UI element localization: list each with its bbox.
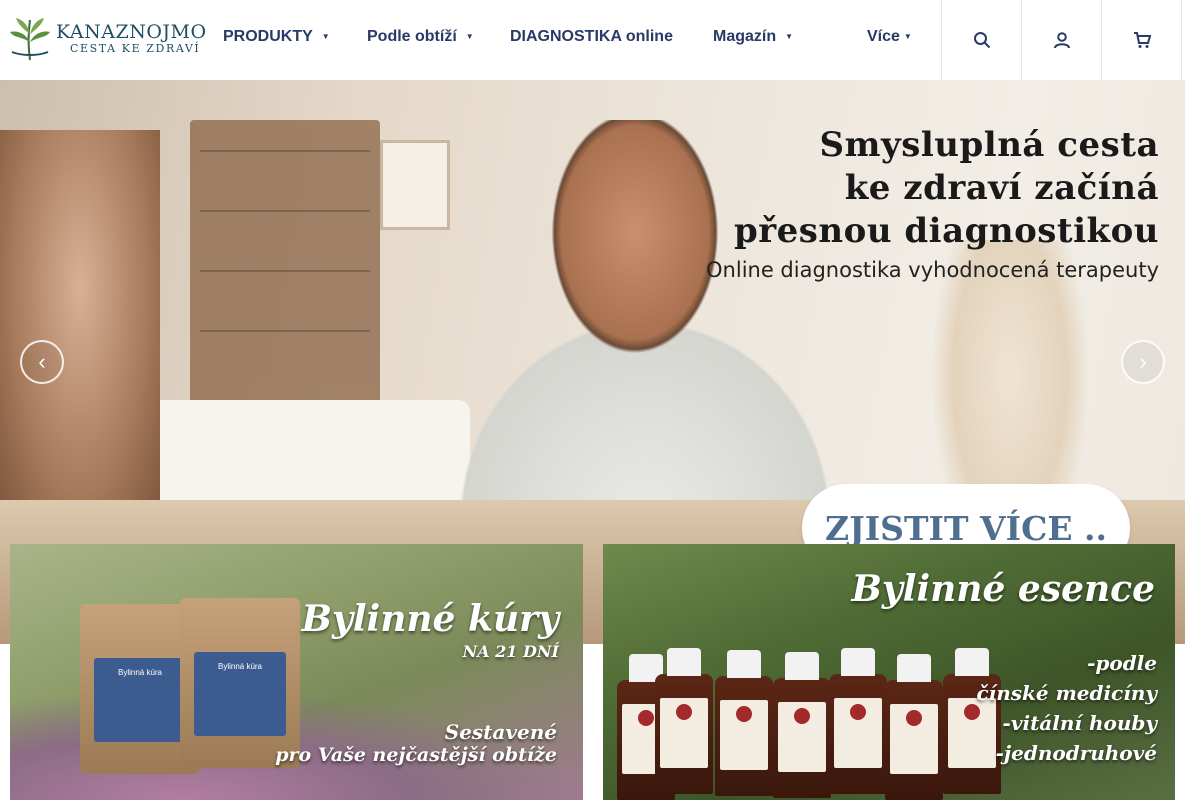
banner-title: Bylinné kúry — [301, 598, 559, 640]
bag-label: Bylinná kúra — [194, 652, 286, 736]
banner-image-bottle — [655, 648, 713, 794]
search-icon — [973, 32, 990, 49]
hero-image-man-head — [540, 120, 730, 370]
banner-tag: -jednodruhové — [995, 741, 1157, 765]
hero-subheadline: Online diagnostika vyhodnocená terapeuty — [706, 258, 1159, 282]
hero-cta-label: ZJISTIT VÍCE .. — [825, 508, 1107, 548]
account-button[interactable] — [1021, 0, 1101, 80]
banner-note: Sestavené pro Vaše nejčastější obtíže — [275, 720, 557, 766]
chevron-down-icon: ▼ — [465, 32, 474, 42]
logo[interactable]: KANAZNOJMO CESTA KE ZDRAVÍ — [8, 16, 206, 64]
banner-note-line-1: Sestavené — [444, 720, 557, 744]
nav-item-label: PRODUKTY — [223, 28, 313, 45]
banner-image-bottle — [773, 652, 831, 798]
brand-tagline: CESTA KE ZDRAVÍ — [70, 42, 201, 55]
banner-tag: čínské medicíny — [976, 681, 1157, 705]
banner-title: Bylinné esence — [851, 568, 1155, 610]
hero-headline-line-2: ke zdraví začíná — [844, 168, 1159, 208]
nav-item-produkty[interactable]: PRODUKTY ▼ — [223, 28, 330, 52]
bag-label: Bylinná kúra — [94, 658, 186, 742]
nav-item-vice[interactable]: Více ▼ — [867, 28, 912, 52]
banner-tag: -vitální houby — [1002, 711, 1157, 735]
chevron-down-icon: ▼ — [321, 32, 330, 42]
site-header: KANAZNOJMO CESTA KE ZDRAVÍ PRODUKTY ▼ Pod… — [0, 0, 1185, 80]
cart-button[interactable] — [1101, 0, 1181, 80]
cart-icon — [1133, 32, 1151, 48]
banner-note-line-2: pro Vaše nejčastější obtíže — [275, 744, 557, 766]
banner-bylinne-esence[interactable]: Bylinné esence -podle čínské medicíny -v… — [603, 544, 1175, 800]
slider-next-button[interactable]: › — [1121, 340, 1165, 384]
brand-name: KANAZNOJMO — [56, 21, 207, 43]
chevron-down-icon: ▼ — [903, 32, 912, 42]
nav-item-label: Magazín — [713, 28, 777, 45]
banner-subtitle: NA 21 DNÍ — [462, 642, 559, 661]
banner-tag: -podle — [1087, 651, 1157, 675]
user-icon — [1053, 32, 1070, 49]
leaf-logo-icon — [10, 18, 50, 61]
slider-prev-button[interactable]: ‹ — [20, 340, 64, 384]
hero-image-frame — [380, 140, 450, 230]
banner-tags: -podle čínské medicíny -vitální houby -j… — [976, 648, 1157, 768]
nav-item-diagnostika[interactable]: DIAGNOSTIKA online — [510, 28, 673, 52]
nav-item-label: Podle obtíží — [367, 28, 457, 45]
nav-item-podle-obtizi[interactable]: Podle obtíží ▼ — [367, 28, 474, 52]
nav-item-label: Více — [867, 28, 900, 45]
nav-item-label: DIAGNOSTIKA online — [510, 28, 673, 45]
header-divider — [1181, 0, 1182, 80]
arrow-left-icon: ‹ — [38, 349, 46, 374]
banner-image-bottle — [885, 654, 943, 800]
banner-bylinne-kury[interactable]: Bylinná kúra Bylinná kúra Bylinné kúry N… — [10, 544, 583, 800]
hero-headline: Smysluplná cesta ke zdraví začíná přesno… — [706, 124, 1159, 282]
arrow-right-icon: › — [1139, 349, 1147, 374]
banner-image-bottle — [829, 648, 887, 794]
search-button[interactable] — [941, 0, 1021, 80]
banner-image-bottle — [715, 650, 773, 796]
chevron-down-icon: ▼ — [785, 32, 794, 42]
hero-headline-line-1: Smysluplná cesta — [819, 125, 1159, 165]
hero-image-shelf — [190, 120, 380, 420]
hero-headline-line-3: přesnou diagnostikou — [733, 211, 1159, 251]
nav-item-magazin[interactable]: Magazín ▼ — [713, 28, 793, 52]
